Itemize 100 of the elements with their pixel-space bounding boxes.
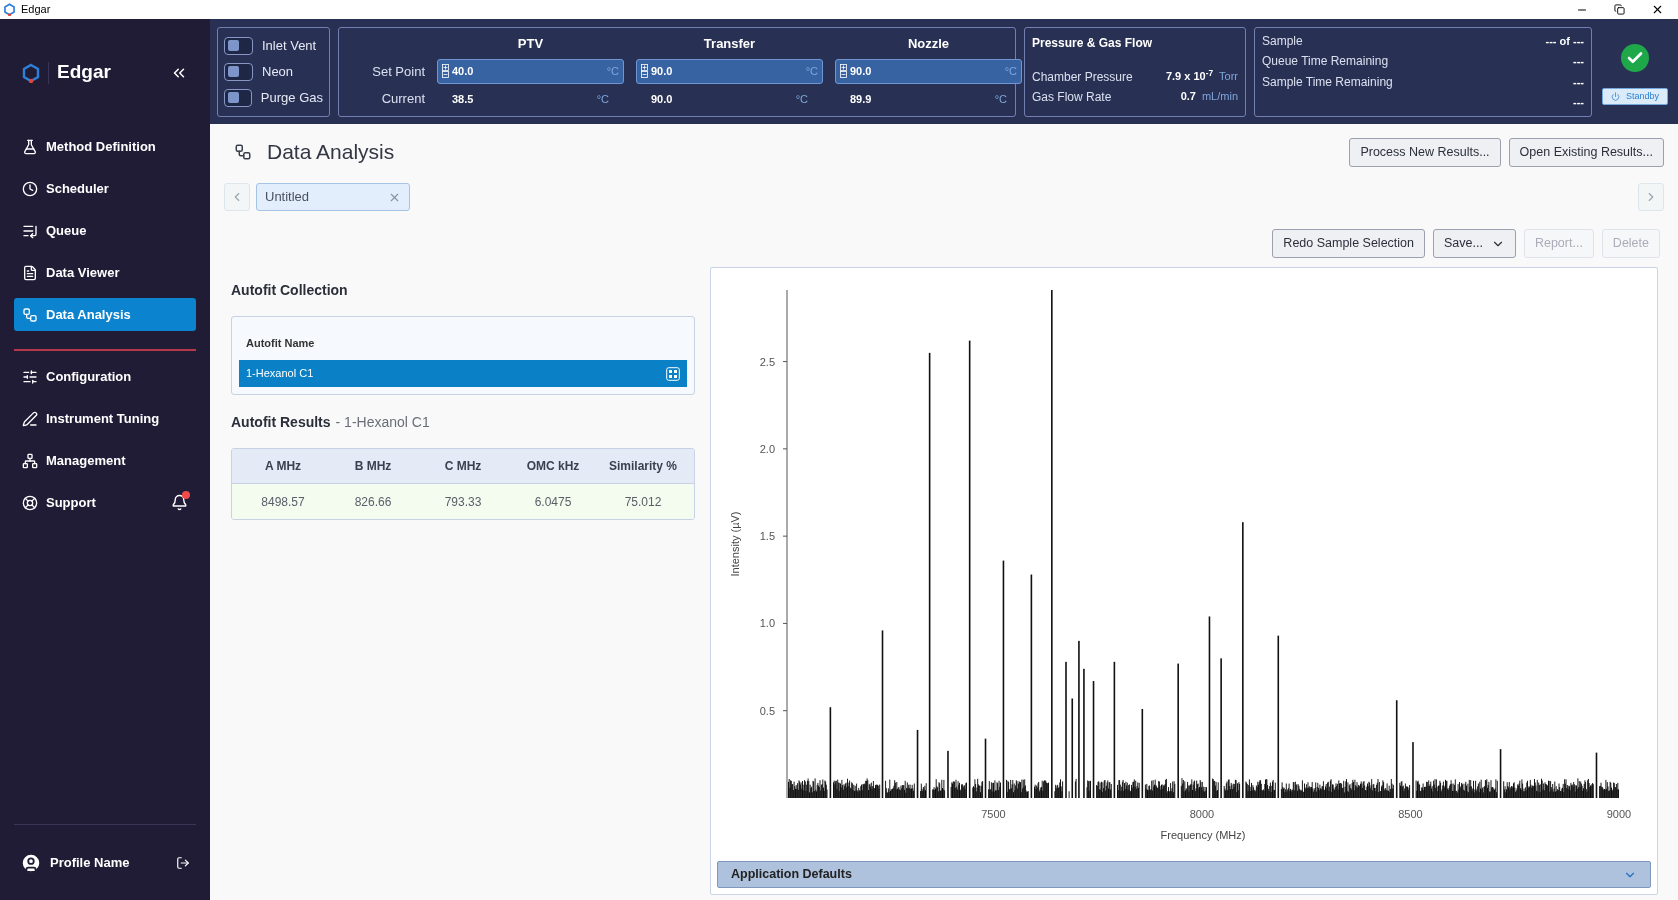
- toggle-label: Neon: [262, 62, 294, 81]
- zone-heading: PTV: [516, 35, 545, 54]
- sample-value: ---: [1573, 54, 1584, 69]
- setpoint-field[interactable]: 90.0 °C: [636, 59, 823, 84]
- nav-item[interactable]: Management: [14, 444, 196, 477]
- close-icon[interactable]: [1651, 3, 1664, 16]
- grid-icon[interactable]: [666, 366, 680, 381]
- setpoint-field[interactable]: 40.0 °C: [437, 59, 624, 84]
- hierarchy-icon: [22, 452, 38, 469]
- zone-heading: Nozzle: [906, 35, 951, 54]
- noise-drawing: [885, 779, 915, 799]
- flask-icon: [22, 138, 38, 155]
- table-cell-text: 8498.57: [260, 493, 306, 511]
- avatar-icon: [20, 851, 42, 874]
- stepper-icon[interactable]: [641, 64, 648, 79]
- toggle-switch[interactable]: [224, 36, 253, 55]
- nav-item[interactable]: Data Analysis: [14, 298, 196, 331]
- noise-drawing: [1180, 777, 1207, 799]
- sample-value: --- of ---: [1545, 33, 1584, 49]
- column-heading: A MHz: [263, 458, 303, 475]
- section-title: Autofit Results: [231, 413, 331, 432]
- accordion-header[interactable]: Application Defaults: [717, 861, 1651, 888]
- y-tick-label: 0.5: [759, 704, 775, 717]
- setpoint-label: Set Point: [371, 62, 425, 81]
- spectrum-peak: [984, 738, 987, 798]
- unit-label: Torr: [1219, 69, 1238, 85]
- noise-drawing: [1117, 778, 1140, 799]
- noise-drawing: [1086, 779, 1091, 799]
- noise-drawing: [788, 777, 828, 799]
- current-label: Current: [380, 90, 425, 109]
- table-cell-text: 75.012: [623, 493, 663, 511]
- spectrum-peak: [1595, 752, 1598, 798]
- section-title: Autofit Collection: [231, 281, 349, 300]
- sample-label: Sample Time Remaining: [1262, 73, 1394, 91]
- nav-item[interactable]: Queue: [14, 214, 196, 247]
- nav-item[interactable]: Scheduler: [14, 172, 196, 205]
- action-button[interactable]: Redo Sample Selection: [1272, 229, 1425, 258]
- stepper-icon[interactable]: [840, 64, 847, 79]
- noise-drawing: [1245, 778, 1276, 799]
- document-tab[interactable]: Untitled: [256, 183, 410, 211]
- profile-name[interactable]: Profile Name: [50, 852, 168, 873]
- y-tick-label: 1.0: [759, 617, 775, 630]
- setpoint-value: 90.0: [850, 64, 873, 80]
- sample-value: ---: [1573, 74, 1584, 90]
- x-tick-label: 8000: [1189, 808, 1215, 820]
- noise-drawing: [1212, 778, 1219, 799]
- toggle-switch[interactable]: [224, 88, 252, 107]
- sample-label: Queue Time Remaining: [1262, 53, 1390, 71]
- noise-drawing: [950, 779, 967, 799]
- pen-icon: [22, 410, 38, 427]
- page-title: Data Analysis: [267, 139, 396, 166]
- dropdown-button[interactable]: Save...: [1433, 229, 1516, 258]
- unit-label: °C: [606, 64, 619, 80]
- pressure-label: Gas Flow Rate: [1032, 88, 1113, 106]
- spectrum-peak: [916, 729, 919, 798]
- pressure-value: 7.9 x 10$^{-7}$: [1165, 68, 1214, 85]
- action-button[interactable]: Process New Results...: [1349, 137, 1501, 167]
- setpoint-value: 90.0: [651, 64, 674, 80]
- standby-button[interactable]: Standby: [1602, 88, 1668, 105]
- logo-icon: [22, 62, 40, 83]
- toggle-label: Purge Gas: [260, 88, 323, 107]
- y-axis-title: Intensity (µV): [729, 511, 741, 577]
- column-heading: C MHz: [443, 458, 483, 475]
- nav-item[interactable]: Data Viewer: [14, 256, 196, 289]
- bell-icon[interactable]: [171, 494, 188, 511]
- column-heading: OMC kHz: [525, 458, 581, 475]
- stepper-icon[interactable]: [442, 64, 449, 79]
- unit-label: °C: [805, 64, 818, 80]
- panel-title: Pressure & Gas Flow: [1032, 34, 1154, 52]
- noise-drawing: [1054, 778, 1064, 799]
- setpoint-field[interactable]: 90.0 °C: [835, 59, 1022, 84]
- y-tick-label: 2.0: [759, 442, 775, 455]
- current-value: 89.9: [850, 91, 873, 107]
- autofit-row[interactable]: 1-Hexanol C1: [239, 360, 687, 387]
- nav-item[interactable]: Support: [14, 486, 196, 519]
- nodes-icon: [234, 143, 252, 161]
- noise-drawing: [1074, 778, 1077, 799]
- toggle-label: Inlet Vent: [262, 36, 317, 55]
- x-axis-title: Frequency (MHz): [1160, 829, 1246, 841]
- noise-drawing: [932, 778, 946, 799]
- unit-label: °C: [994, 91, 1007, 107]
- column-heading: Similarity %: [608, 458, 678, 475]
- logout-icon[interactable]: [176, 855, 190, 870]
- pressure-label: Chamber Pressure: [1032, 68, 1134, 86]
- toggle-switch[interactable]: [224, 62, 253, 81]
- noise-drawing: [1006, 778, 1029, 799]
- action-button[interactable]: Open Existing Results...: [1508, 137, 1664, 167]
- noise-drawing: [920, 782, 927, 799]
- current-value: 90.0: [651, 91, 674, 107]
- y-tick-label: 2.5: [759, 355, 775, 368]
- power-icon: [1611, 92, 1620, 101]
- noise-drawing: [1144, 778, 1176, 799]
- window-title: Edgar: [21, 2, 52, 18]
- nav-item[interactable]: Method Definition: [14, 130, 196, 163]
- noise-drawing: [1034, 779, 1049, 799]
- nav-item[interactable]: Instrument Tuning: [14, 402, 196, 435]
- column-heading: B MHz: [353, 458, 393, 475]
- nav-item[interactable]: Configuration: [14, 360, 196, 393]
- setpoint-value: 40.0: [452, 64, 475, 80]
- restore-icon[interactable]: [1614, 4, 1625, 15]
